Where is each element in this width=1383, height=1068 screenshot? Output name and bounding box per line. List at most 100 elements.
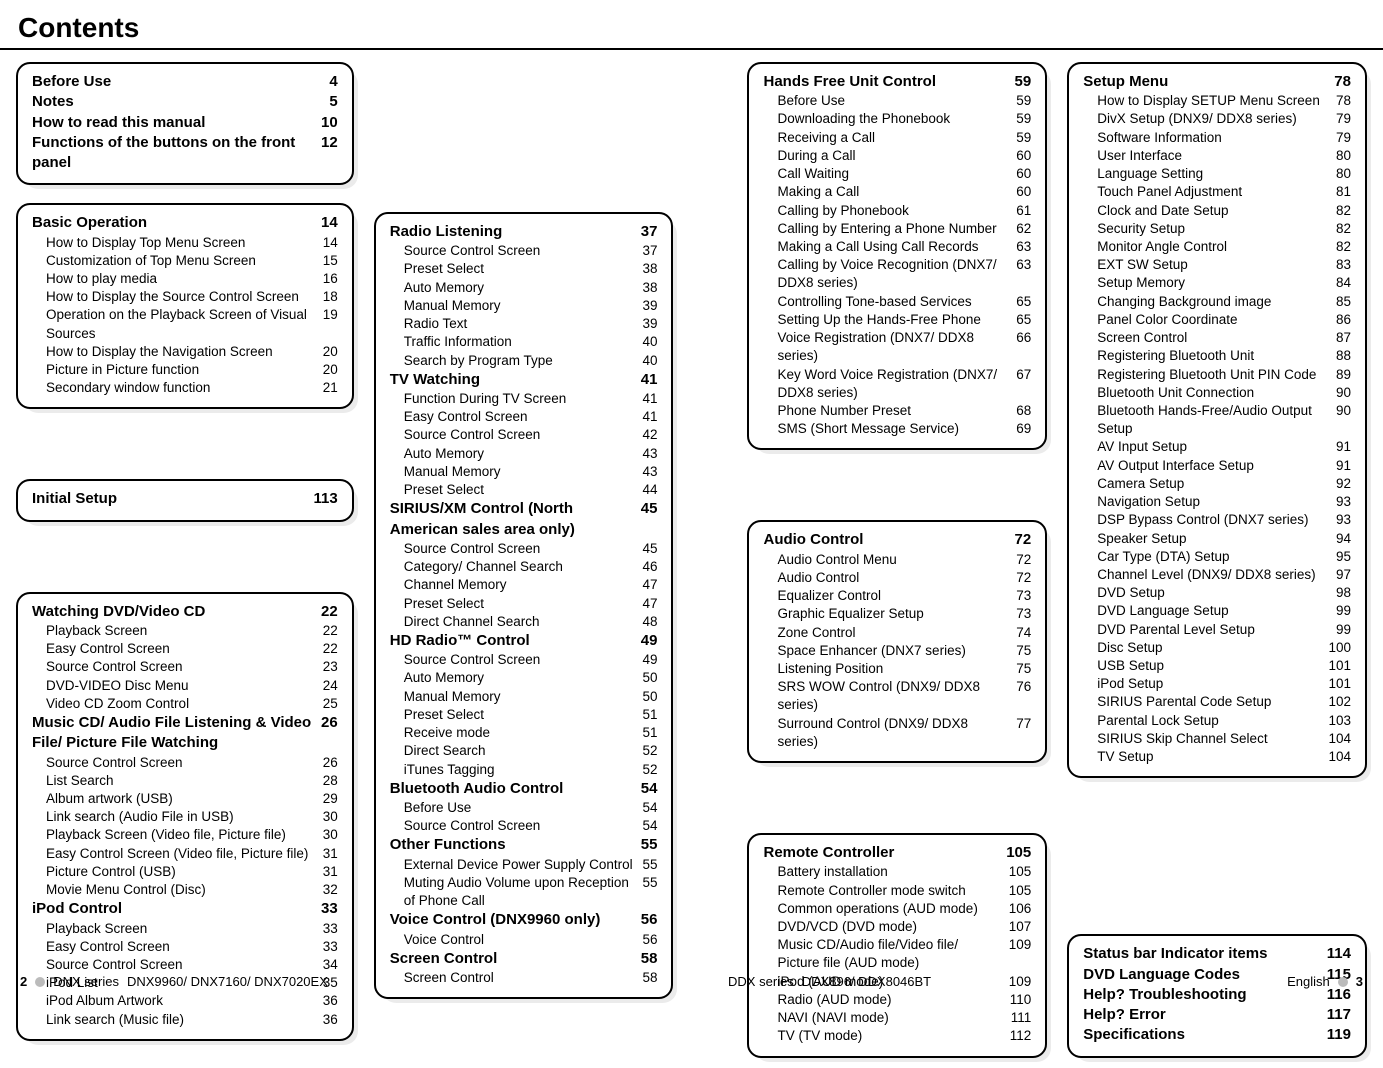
toc-entry: Bluetooth Hands-Free/Audio Output Setup9… — [1083, 402, 1351, 438]
toc-entry: Auto Memory38 — [390, 279, 658, 297]
toc-entry-label: Picture in Picture function — [46, 361, 205, 379]
toc-entry: AV Output Interface Setup91 — [1083, 457, 1351, 475]
column-4: Setup Menu 78 How to Display SETUP Menu … — [1067, 62, 1367, 1058]
toc-entry-label: Channel Level (DNX9/ DDX8 series) — [1097, 566, 1321, 584]
toc-entry-label: Secondary window function — [46, 379, 216, 397]
toc-entry-page: 39 — [642, 315, 657, 333]
toc-entry-label: Common operations (AUD mode) — [777, 900, 983, 918]
toc-entry: Phone Number Preset68 — [763, 402, 1031, 420]
title-page: 14 — [321, 213, 338, 233]
toc-entry-label: Making a Call — [777, 183, 865, 201]
toc-entry-page: 14 — [323, 234, 338, 252]
toc-entry: Muting Audio Volume upon Reception of Ph… — [390, 874, 658, 910]
toc-entry: Source Control Screen34 — [32, 956, 338, 974]
toc-entry-label: Functions of the buttons on the front pa… — [32, 133, 321, 174]
title-text: Hands Free Unit Control — [763, 72, 936, 92]
toc-entry: Source Control Screen45 — [390, 540, 658, 558]
toc-entry-page: 100 — [1328, 639, 1351, 657]
toc-entry-label: Radio Listening — [390, 222, 509, 242]
toc-entry-page: 38 — [642, 260, 657, 278]
toc-entry: Preset Select 38 — [390, 260, 658, 278]
toc-entry: Playback Screen22 — [32, 622, 338, 640]
toc-entry-page: 99 — [1336, 621, 1351, 639]
section-title: Initial Setup 113 — [32, 489, 338, 509]
toc-entry-page: 105 — [1009, 863, 1032, 881]
toc-entry-label: SIRIUS Parental Code Setup — [1097, 693, 1277, 711]
toc-entry-label: Controlling Tone-based Services — [777, 293, 977, 311]
toc-entry: Remote Controller mode switch105 — [763, 882, 1031, 900]
toc-entry-label: Muting Audio Volume upon Reception of Ph… — [404, 874, 643, 910]
toc-entry: Navigation Setup93 — [1083, 493, 1351, 511]
toc-entry-label: Easy Control Screen — [46, 640, 176, 658]
toc-entry-label: Security Setup — [1097, 220, 1191, 238]
footer-left-series: DNX series — [53, 974, 119, 989]
toc-entry: Radio (AUD mode)110 — [763, 991, 1031, 1009]
toc-entry-label: Notes — [32, 92, 80, 112]
title-text: Initial Setup — [32, 489, 117, 509]
title-page: 113 — [314, 489, 338, 509]
toc-entry: Battery installation105 — [763, 863, 1031, 881]
toc-entry-label: How to Display the Navigation Screen — [46, 343, 279, 361]
toc-entry: Common operations (AUD mode)106 — [763, 900, 1031, 918]
toc-entry-label: DVD-VIDEO Disc Menu — [46, 677, 195, 695]
toc-entry-label: Software Information — [1097, 129, 1228, 147]
toc-entry-page: 10 — [321, 113, 338, 133]
toc-entry-page: 104 — [1328, 748, 1351, 766]
toc-entry: Other Functions55 — [390, 835, 658, 855]
toc-entry: Secondary window function 21 — [32, 379, 338, 397]
toc-entry-page: 99 — [1336, 602, 1351, 620]
toc-entry-page: 62 — [1016, 220, 1031, 238]
toc-entry: Listening Position75 — [763, 660, 1031, 678]
toc-entry-label: SMS (Short Message Service) — [777, 420, 965, 438]
toc-entry-page: 63 — [1016, 256, 1031, 274]
footer-right-page: 3 — [1356, 974, 1363, 989]
toc-entry-label: Channel Memory — [404, 576, 513, 594]
toc-entry-label: Easy Control Screen — [46, 938, 176, 956]
toc-entry-label: Source Control Screen — [46, 754, 189, 772]
toc-entry-label: Preset Select — [404, 260, 490, 278]
toc-entry-page: 41 — [641, 370, 658, 390]
toc-entry-page: 47 — [642, 595, 657, 613]
toc-entry-label: Source Control Screen — [404, 242, 547, 260]
toc-entry: SIRIUS Parental Code Setup102 — [1083, 693, 1351, 711]
toc-entry-label: Easy Control Screen (Video file, Picture… — [46, 845, 314, 863]
toc-entry: Controlling Tone-based Services 65 — [763, 293, 1031, 311]
toc-entry-label: Album artwork (USB) — [46, 790, 179, 808]
toc-entry-page: 97 — [1336, 566, 1351, 584]
toc-entry-page: 101 — [1328, 657, 1351, 675]
toc-entry-page: 12 — [321, 133, 338, 153]
toc-entry-label: Auto Memory — [404, 445, 490, 463]
toc-entry-label: Bluetooth Audio Control — [390, 779, 570, 799]
toc-entry-page: 21 — [323, 379, 338, 397]
toc-entry: Link search (Audio File in USB)30 — [32, 808, 338, 826]
toc-entry-page: 73 — [1016, 605, 1031, 623]
toc-entry-label: Search by Program Type — [404, 352, 559, 370]
toc-entry: Radio Listening37 — [390, 222, 658, 242]
toc-entry: External Device Power Supply Control55 — [390, 856, 658, 874]
toc-entry-label: EXT SW Setup — [1097, 256, 1194, 274]
toc-entry-page: 86 — [1336, 311, 1351, 329]
toc-entry: List Search28 — [32, 772, 338, 790]
footer-bullet-icon — [1338, 977, 1348, 987]
toc-entry-page: 32 — [323, 881, 338, 899]
toc-entry-page: 91 — [1336, 438, 1351, 456]
toc-entry-page: 41 — [642, 390, 657, 408]
toc-entry-page: 38 — [642, 279, 657, 297]
toc-entry-page: 41 — [642, 408, 657, 426]
title-page: 78 — [1334, 72, 1351, 92]
toc-entry-label: Screen Control — [390, 949, 504, 969]
toc-entry-label: Source Control Screen — [404, 540, 547, 558]
toc-entry-label: Bluetooth Hands-Free/Audio Output Setup — [1097, 402, 1336, 438]
toc-entry: Picture Control (USB)31 — [32, 863, 338, 881]
toc-entry-page: 77 — [1016, 715, 1031, 733]
toc-entry-label: Registering Bluetooth Unit PIN Code — [1097, 366, 1322, 384]
toc-entry-page: 65 — [1016, 293, 1031, 311]
toc-entry-label: Calling by Phonebook — [777, 202, 914, 220]
toc-entry-page: 30 — [323, 826, 338, 844]
toc-entry-page: 98 — [1336, 584, 1351, 602]
toc-entry: USB Setup101 — [1083, 657, 1351, 675]
toc-entry: iTunes Tagging52 — [390, 761, 658, 779]
toc-entry-label: Music CD/Audio file/Video file/ Picture … — [777, 936, 1008, 972]
toc-entry: Auto Memory50 — [390, 669, 658, 687]
toc-entry-label: Voice Control (DNX9960 only) — [390, 910, 607, 930]
